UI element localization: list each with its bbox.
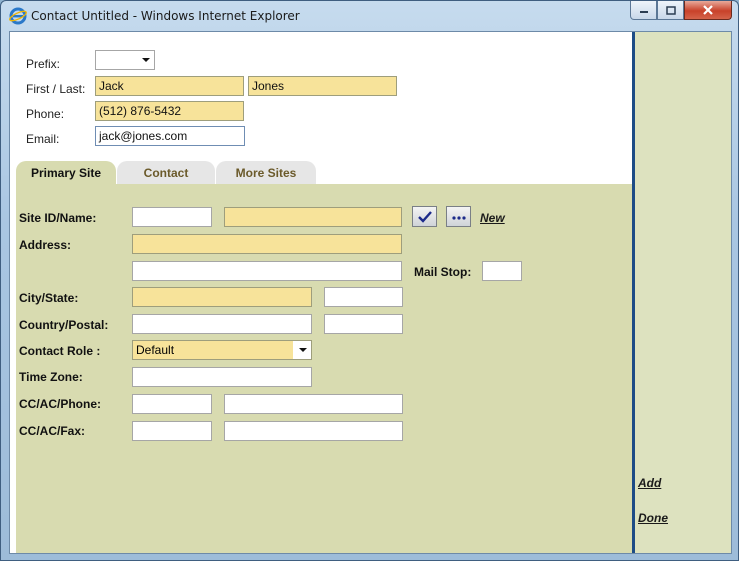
contact-role-label: Contact Role : (19, 344, 101, 358)
address-line1-field[interactable] (132, 234, 402, 254)
tab-primary-site[interactable]: Primary Site (16, 161, 116, 185)
email-label: Email: (26, 132, 60, 146)
fax-number-field[interactable] (224, 421, 403, 441)
contact-role-select[interactable]: Default (132, 340, 312, 360)
ie-icon (9, 7, 27, 25)
phone-cc-field[interactable] (132, 394, 212, 414)
address-label: Address: (19, 238, 72, 252)
validate-site-button[interactable] (412, 206, 437, 227)
done-link[interactable]: Done (638, 511, 668, 525)
action-sidebar: Add Done (632, 32, 731, 553)
minimize-icon (639, 11, 648, 13)
country-postal-label: Country/Postal: (19, 318, 109, 332)
phone-field[interactable]: (512) 876-5432 (95, 101, 244, 121)
phone-label: Phone: (26, 107, 65, 121)
site-name-field[interactable] (224, 207, 402, 227)
tab-more-sites[interactable]: More Sites (216, 161, 316, 185)
address-line2-field[interactable] (132, 261, 402, 281)
last-name-field[interactable]: Jones (248, 76, 397, 96)
chevron-down-icon (142, 58, 150, 62)
mail-stop-label: Mail Stop: (414, 265, 472, 279)
window-controls (630, 1, 732, 21)
time-zone-label: Time Zone: (19, 370, 83, 384)
prefix-label: Prefix: (26, 57, 61, 71)
ellipsis-icon (451, 215, 466, 220)
browse-site-button[interactable] (446, 206, 471, 227)
minimize-button[interactable] (630, 1, 657, 20)
site-id-name-label: Site ID/Name: (19, 211, 97, 225)
fax-cc-ac-label: CC/AC/Fax: (19, 424, 86, 438)
first-last-label: First / Last: (26, 82, 86, 96)
prefix-select[interactable] (95, 50, 155, 70)
contact-form: Prefix: First / Last: Jack Jones Phone: … (10, 32, 632, 553)
close-button[interactable] (684, 1, 732, 20)
first-name-field[interactable]: Jack (95, 76, 244, 96)
maximize-button[interactable] (657, 1, 684, 20)
city-field[interactable] (132, 287, 312, 307)
contact-role-value: Default (136, 343, 175, 357)
check-icon (417, 210, 432, 223)
client-area: Prefix: First / Last: Jack Jones Phone: … (9, 31, 732, 554)
tab-contact[interactable]: Contact (117, 161, 215, 185)
window-title: Contact Untitled - Windows Internet Expl… (31, 9, 300, 23)
state-field[interactable] (324, 287, 403, 307)
email-field[interactable]: jack@jones.com (95, 126, 245, 146)
chevron-down-icon (299, 348, 307, 352)
title-bar[interactable]: Contact Untitled - Windows Internet Expl… (1, 1, 738, 31)
time-zone-field[interactable] (132, 367, 312, 387)
fax-cc-field[interactable] (132, 421, 212, 441)
city-state-label: City/State: (19, 291, 79, 305)
mail-stop-field[interactable] (482, 261, 522, 281)
country-field[interactable] (132, 314, 312, 334)
site-id-field[interactable] (132, 207, 212, 227)
add-link[interactable]: Add (638, 476, 661, 490)
phone-cc-ac-label: CC/AC/Phone: (19, 397, 101, 411)
new-site-link[interactable]: New (480, 211, 505, 225)
primary-site-panel: Site ID/Name: New Address: Mail Stop: Ci… (16, 184, 632, 553)
maximize-icon (665, 5, 676, 15)
browser-window: Contact Untitled - Windows Internet Expl… (0, 0, 739, 561)
close-icon (703, 5, 713, 15)
phone-number-field[interactable] (224, 394, 403, 414)
postal-field[interactable] (324, 314, 403, 334)
